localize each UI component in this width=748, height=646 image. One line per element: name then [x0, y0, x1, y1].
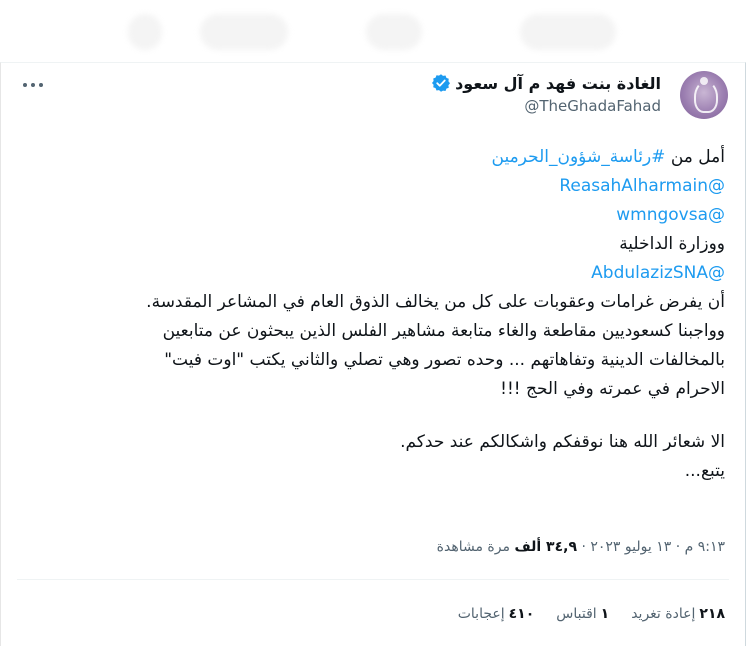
quotes-count: ١	[600, 606, 610, 622]
views-label: مرة مشاهدة	[436, 539, 515, 555]
tweet-line: الاحرام في عمرته وفي الحج !!!	[500, 379, 725, 399]
tweet-line: يتبع...	[684, 461, 725, 481]
tweet-line: أن يفرض غرامات وعقوبات على كل من يخالف ا…	[146, 292, 725, 312]
tweet-line: الا شعائر الله هنا نوقفكم واشكالكم عند ح…	[400, 432, 725, 452]
blurred-header	[0, 0, 748, 62]
quotes-label: اقتباس	[556, 606, 597, 622]
tweet-line: بالمخالفات الدينية وتفاهاتهم ... وحده تص…	[164, 350, 725, 370]
mention-link[interactable]: @ReasahAlharmain	[559, 176, 725, 196]
tweet-card: الغادة بنت فهد م آل سعود @TheGhadaFahad …	[0, 62, 746, 646]
tweet-text: أمل من #رئاسة_شؤون_الحرمين @ReasahAlharm…	[15, 143, 725, 486]
divider	[17, 579, 729, 580]
tweet-meta: ٩:١٣ م · ١٣ يوليو ٢٠٢٣ · ٣٤,٩ ألف مرة مش…	[437, 539, 725, 555]
retweets-count: ٢١٨	[699, 606, 725, 622]
quotes-stat[interactable]: ١اقتباس	[556, 606, 609, 622]
mention-link[interactable]: @AbdulazizSNA	[591, 263, 725, 283]
tweet-line: ووزارة الداخلية	[619, 234, 725, 254]
engagement-stats: ٢١٨إعادة تغريد ١اقتباس ٤١٠إعجابات	[458, 606, 725, 622]
mention-link[interactable]: @wmngovsa	[616, 205, 725, 225]
tweet-line: @AbdulazizSNA	[15, 259, 725, 288]
likes-count: ٤١٠	[508, 606, 535, 622]
tweet-timestamp[interactable]: ٩:١٣ م · ١٣ يوليو ٢٠٢٣ ·	[577, 539, 725, 555]
tweet-line: @wmngovsa	[15, 201, 725, 230]
author-name[interactable]: الغادة بنت فهد م آل سعود	[455, 74, 661, 93]
author-name-row: الغادة بنت فهد م آل سعود	[431, 73, 661, 93]
blurred-item	[366, 14, 422, 50]
likes-stat[interactable]: ٤١٠إعجابات	[458, 606, 535, 622]
retweets-stat[interactable]: ٢١٨إعادة تغريد	[631, 606, 725, 622]
tweet-line: @ReasahAlharmain	[15, 172, 725, 201]
retweets-label: إعادة تغريد	[631, 606, 696, 622]
blurred-item	[200, 14, 288, 50]
tweet-line: وواجبنا كسعوديين مقاطعة والغاء متابعة مش…	[162, 321, 725, 341]
blurred-icon	[128, 14, 162, 50]
views-count: ٣٤,٩ ألف	[514, 539, 577, 555]
author-handle[interactable]: @TheGhadaFahad	[524, 97, 661, 115]
tweet-line: أمل من #رئاسة_شؤون_الحرمين	[15, 143, 725, 172]
verified-badge-icon	[432, 74, 451, 92]
likes-label: إعجابات	[457, 606, 505, 622]
tweet-text-span: أمل من	[665, 147, 725, 167]
hashtag-link[interactable]: #رئاسة_شؤون_الحرمين	[492, 147, 666, 167]
more-options-icon[interactable]	[21, 75, 45, 95]
blurred-item	[520, 14, 616, 50]
avatar[interactable]	[680, 71, 728, 119]
